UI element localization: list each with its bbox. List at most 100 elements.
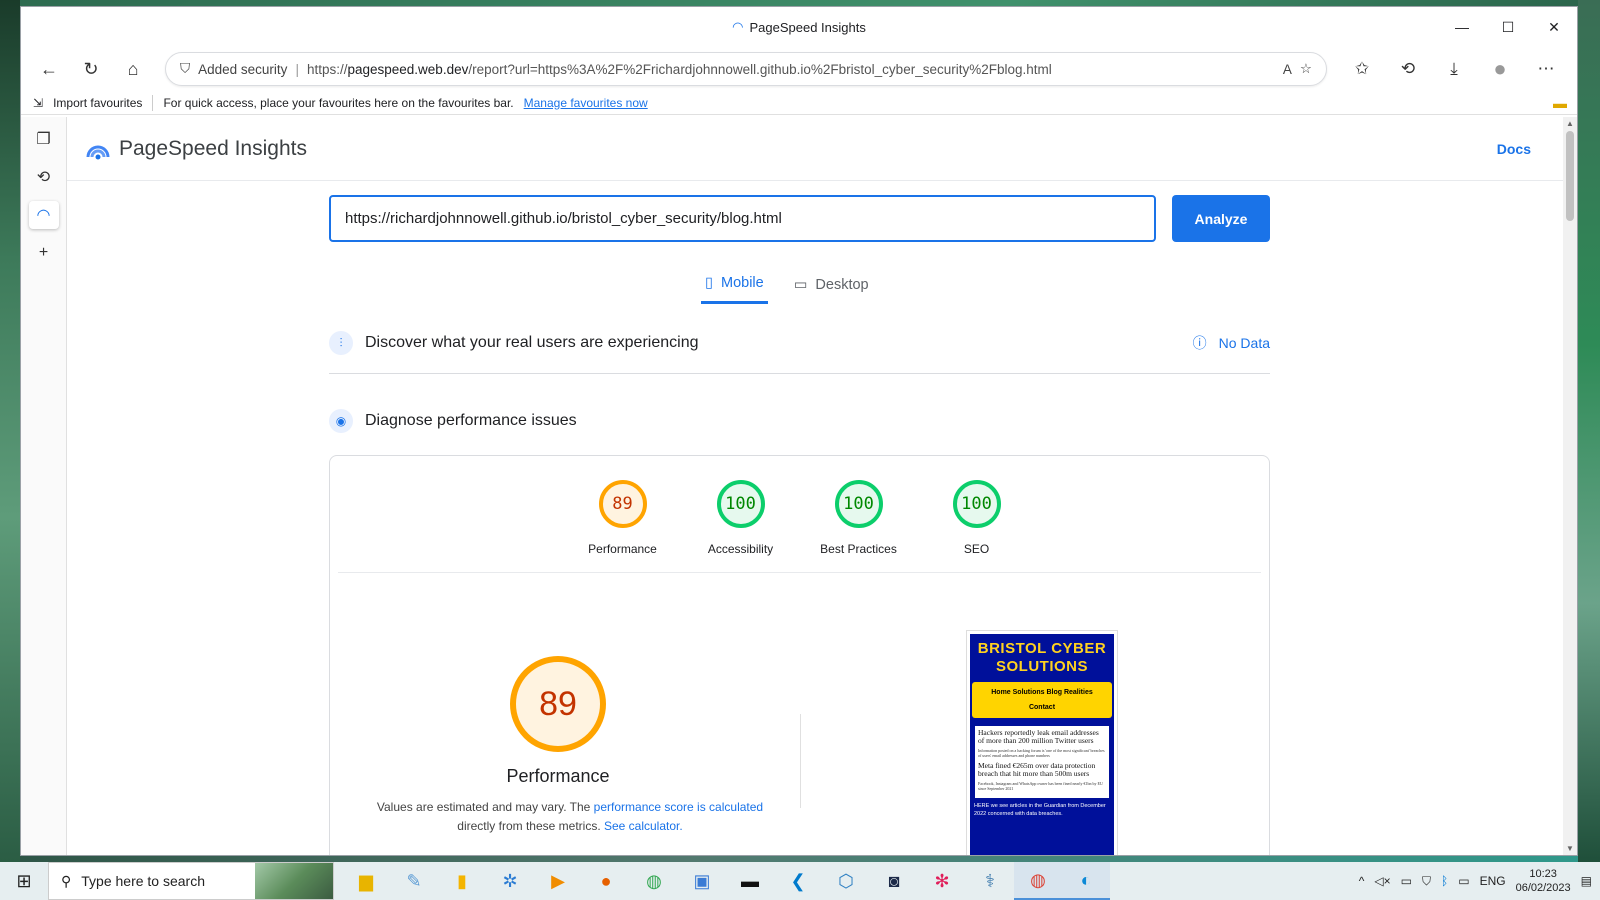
manage-favourites-link[interactable]: Manage favourites now bbox=[524, 96, 648, 110]
scroll-down-icon[interactable]: ▼ bbox=[1566, 844, 1574, 853]
maximize-button[interactable]: ☐ bbox=[1485, 7, 1531, 47]
chrome-running-icon[interactable]: ◍ bbox=[1014, 862, 1062, 900]
taskbar-search[interactable]: ⚲ Type here to search bbox=[48, 862, 334, 900]
no-data-label: No Data bbox=[1218, 335, 1270, 351]
address-bar[interactable]: ⛉ Added security | https://pagespeed.web… bbox=[165, 52, 1327, 86]
search-placeholder: Type here to search bbox=[81, 873, 206, 889]
real-users-section[interactable]: ⫶ Discover what your real users are expe… bbox=[329, 331, 1270, 355]
clock[interactable]: 10:23 06/02/2023 bbox=[1516, 867, 1571, 895]
url-text[interactable]: https://pagespeed.web.dev/report?url=htt… bbox=[307, 62, 1275, 77]
terminal-icon[interactable]: ▬ bbox=[726, 862, 774, 900]
scrollbar-thumb[interactable] bbox=[1566, 131, 1574, 221]
score-ring: 100 bbox=[834, 480, 883, 528]
gauge-performance[interactable]: 89 Performance bbox=[577, 480, 669, 556]
preview-articles: Hackers reportedly leak email addresses … bbox=[975, 726, 1109, 798]
tab-mobile[interactable]: ▯ Mobile bbox=[701, 267, 768, 304]
network-icon[interactable]: ▭ bbox=[1401, 874, 1412, 888]
vscode-icon[interactable]: ❮ bbox=[774, 862, 822, 900]
language-indicator[interactable]: ENG bbox=[1480, 874, 1506, 888]
slack-icon[interactable]: ✻ bbox=[918, 862, 966, 900]
import-favourites-link[interactable]: Import favourites bbox=[53, 96, 142, 110]
virtualbox-icon[interactable]: ⬡ bbox=[822, 862, 870, 900]
show-hidden-icons-icon[interactable]: ^ bbox=[1359, 874, 1365, 888]
control-panel-icon[interactable]: ▣ bbox=[678, 862, 726, 900]
file-explorer-icon[interactable]: ▆ bbox=[342, 862, 390, 900]
read-aloud-icon[interactable]: A bbox=[1283, 62, 1292, 77]
score-ring: 89 bbox=[598, 480, 647, 528]
chrome-icon[interactable]: ◍ bbox=[630, 862, 678, 900]
teams-icon[interactable]: ✲ bbox=[486, 862, 534, 900]
security-icon[interactable]: ⛉ bbox=[1422, 874, 1431, 889]
add-favourite-icon[interactable]: ☆ bbox=[1300, 61, 1312, 77]
score-label: Performance bbox=[588, 542, 657, 556]
favourites-icon[interactable]: ✩ bbox=[1341, 51, 1383, 87]
history-icon[interactable]: ⟲ bbox=[1387, 51, 1429, 87]
home-icon[interactable]: ⌂ bbox=[115, 51, 151, 87]
tab-desktop-label: Desktop bbox=[815, 276, 869, 293]
bluetooth-icon[interactable]: ᛒ bbox=[1441, 874, 1448, 888]
firefox-icon[interactable]: ● bbox=[582, 862, 630, 900]
back-icon[interactable]: ← bbox=[31, 51, 67, 87]
taskbar-apps: ▆ ✎ ▮ ✲ ▶ ● ◍ ▣ ▬ ❮ ⬡ ◙ ✻ ⚕ ◍ ◐ bbox=[342, 862, 1110, 900]
profile-avatar[interactable]: ● bbox=[1479, 51, 1521, 87]
gauge-accessibility[interactable]: 100 Accessibility bbox=[695, 480, 787, 556]
lighthouse-icon: ◉ bbox=[329, 409, 353, 433]
score-calculated-link[interactable]: performance score is calculated bbox=[594, 800, 763, 814]
preview-nav-links: Home Solutions Blog Realities bbox=[991, 689, 1093, 696]
import-favourites-icon[interactable]: ⇲ bbox=[33, 96, 43, 110]
notifications-icon[interactable]: ▤ bbox=[1581, 874, 1592, 888]
gauge-best-practices[interactable]: 100 Best Practices bbox=[813, 480, 905, 556]
security-label[interactable]: Added security bbox=[198, 62, 287, 77]
volume-muted-icon[interactable]: ◁× bbox=[1374, 874, 1390, 888]
url-path: /report?url=https%3A%2F%2Frichardjohnnow… bbox=[468, 61, 1052, 77]
more-menu-icon[interactable]: ⋯ bbox=[1525, 51, 1567, 87]
device-tabs: ▯ Mobile ▭ Desktop bbox=[701, 267, 873, 304]
preview-nav-contact: Contact bbox=[1028, 704, 1056, 711]
score-label: Best Practices bbox=[820, 542, 897, 556]
psi-header: PageSpeed Insights Docs bbox=[67, 117, 1577, 181]
windows-start-icon[interactable]: ⊞ bbox=[0, 862, 48, 900]
score-label: Accessibility bbox=[707, 542, 774, 556]
media-player-icon[interactable]: ▶ bbox=[534, 862, 582, 900]
performance-big-label: Performance bbox=[506, 766, 610, 786]
close-button[interactable]: ✕ bbox=[1531, 7, 1577, 47]
new-tab-icon[interactable]: + bbox=[29, 239, 59, 267]
page-scrollbar[interactable]: ▲ ▼ bbox=[1563, 117, 1577, 855]
title-bar: ◠ PageSpeed Insights — ☐ ✕ bbox=[21, 7, 1577, 47]
psi-brand[interactable]: PageSpeed Insights bbox=[119, 137, 307, 161]
system-tray: ^ ◁× ▭ ⛉ ᛒ ▭ ENG 10:23 06/02/2023 ▤ bbox=[1359, 862, 1600, 900]
sidebar-history-icon[interactable]: ⟲ bbox=[29, 163, 59, 191]
windows-taskbar: ⊞ ⚲ Type here to search ▆ ✎ ▮ ✲ ▶ ● ◍ ▣ … bbox=[0, 862, 1600, 900]
battery-icon[interactable]: ▭ bbox=[1458, 874, 1469, 888]
score-label: SEO bbox=[963, 542, 990, 556]
tab-desktop[interactable]: ▭ Desktop bbox=[790, 267, 873, 304]
performance-big-gauge: 89 bbox=[510, 656, 606, 752]
scroll-up-icon[interactable]: ▲ bbox=[1566, 119, 1574, 128]
real-users-title: Discover what your real users are experi… bbox=[365, 334, 699, 351]
url-input[interactable] bbox=[329, 195, 1156, 242]
shield-icon[interactable]: ⛉ bbox=[180, 61, 190, 77]
window-title: PageSpeed Insights bbox=[749, 19, 866, 35]
laptop-icon: ▭ bbox=[793, 276, 808, 293]
tab-actions-icon[interactable]: ❐ bbox=[29, 125, 59, 153]
refresh-icon[interactable]: ↻ bbox=[73, 51, 109, 87]
edge-icon[interactable]: ◐ bbox=[1062, 862, 1110, 900]
note-text-2: directly from these metrics. bbox=[457, 819, 604, 833]
see-calculator-link[interactable]: See calculator. bbox=[604, 819, 683, 833]
paint-icon[interactable]: ✎ bbox=[390, 862, 438, 900]
vpn-lock-icon[interactable]: ◙ bbox=[870, 862, 918, 900]
minimize-button[interactable]: — bbox=[1439, 7, 1485, 47]
gauge-seo[interactable]: 100 SEO bbox=[931, 480, 1023, 556]
docs-link[interactable]: Docs bbox=[1497, 141, 1531, 157]
notes-app-icon[interactable]: ▮ bbox=[438, 862, 486, 900]
favbar-separator bbox=[152, 94, 154, 111]
python-icon[interactable]: ⚕ bbox=[966, 862, 1014, 900]
navigation-bar: ← ↻ ⌂ ⛉ Added security | https://pagespe… bbox=[21, 47, 1577, 91]
vertical-divider bbox=[800, 714, 801, 808]
no-data-status[interactable]: ⓘ No Data bbox=[1193, 333, 1270, 353]
other-favourites-folder-icon[interactable]: ▬ bbox=[1553, 95, 1567, 111]
psi-favicon-icon: ◠ bbox=[732, 19, 744, 34]
analyze-button[interactable]: Analyze bbox=[1172, 195, 1270, 242]
sidebar-pagespeed-tab-icon[interactable]: ◠ bbox=[28, 201, 59, 229]
downloads-icon[interactable]: ⤓ bbox=[1433, 51, 1475, 87]
